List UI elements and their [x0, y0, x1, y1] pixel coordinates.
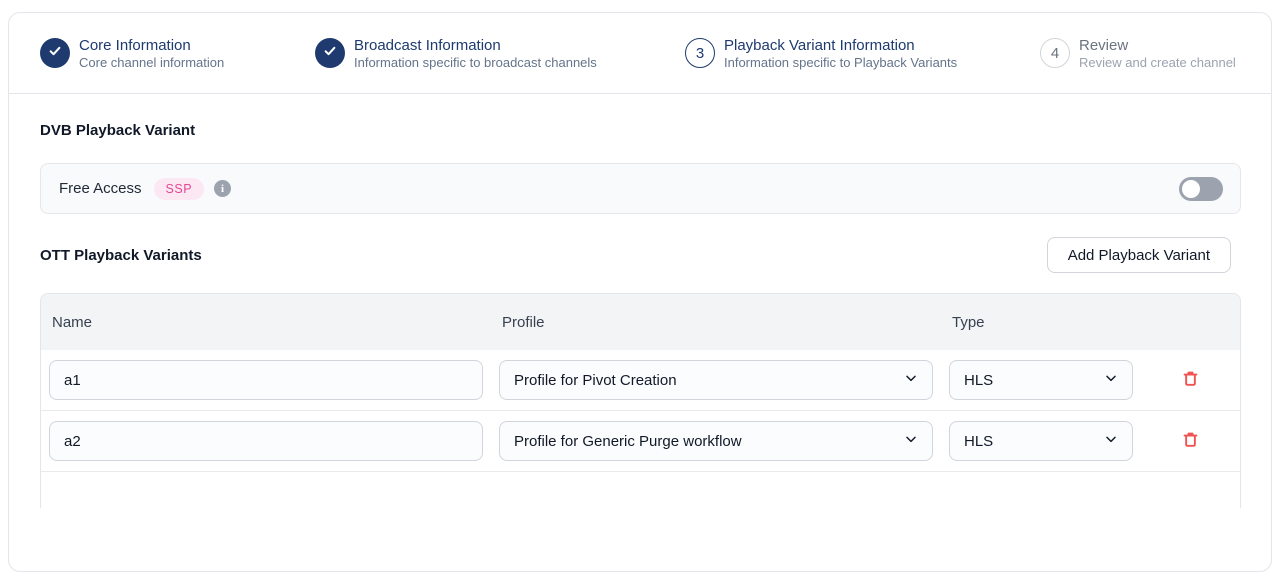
- ssp-badge: SSP: [154, 178, 205, 200]
- step-playback-variant-information[interactable]: 3 Playback Variant Information Informati…: [685, 36, 1040, 71]
- trash-icon: [1181, 430, 1200, 452]
- step-title: Core Information: [79, 36, 224, 55]
- step-number: 4: [1051, 45, 1059, 62]
- step-title: Broadcast Information: [354, 36, 597, 55]
- wizard-stepper: Core Information Core channel informatio…: [9, 13, 1271, 94]
- type-select[interactable]: HLS: [949, 360, 1133, 400]
- toggle-knob: [1182, 180, 1200, 198]
- type-select[interactable]: HLS: [949, 421, 1133, 461]
- step-number: 3: [696, 45, 704, 62]
- check-icon: [48, 44, 62, 62]
- chevron-down-icon: [903, 370, 919, 391]
- step-subtitle: Review and create channel: [1079, 55, 1236, 71]
- step-subtitle: Information specific to broadcast channe…: [354, 55, 597, 71]
- table-row: Profile for Generic Purge workflow HLS: [41, 411, 1240, 472]
- profile-select[interactable]: Profile for Pivot Creation: [499, 360, 933, 400]
- variant-name-input[interactable]: [49, 360, 483, 400]
- free-access-toggle[interactable]: [1179, 177, 1223, 201]
- free-access-label: Free Access: [59, 180, 142, 197]
- table-row: Profile for Pivot Creation HLS: [41, 350, 1240, 411]
- step-core-information[interactable]: Core Information Core channel informatio…: [40, 36, 315, 71]
- dvb-section-heading: DVB Playback Variant: [40, 122, 1241, 139]
- step-subtitle: Core channel information: [79, 55, 224, 71]
- step-subtitle: Information specific to Playback Variant…: [724, 55, 957, 71]
- table-header-row: Name Profile Type: [41, 294, 1240, 350]
- chevron-down-icon: [1103, 370, 1119, 391]
- ott-section-heading: OTT Playback Variants: [40, 247, 202, 264]
- delete-variant-button[interactable]: [1177, 426, 1204, 456]
- type-select-value: HLS: [964, 372, 993, 389]
- step-title: Playback Variant Information: [724, 36, 957, 55]
- playback-variants-table: Name Profile Type Profile for Pivot Crea…: [40, 293, 1241, 508]
- trash-icon: [1181, 369, 1200, 391]
- info-icon[interactable]: i: [214, 180, 231, 197]
- step-broadcast-information[interactable]: Broadcast Information Information specif…: [315, 36, 685, 71]
- step-title: Review: [1079, 36, 1236, 55]
- add-playback-variant-button[interactable]: Add Playback Variant: [1047, 237, 1231, 273]
- column-header-profile: Profile: [491, 314, 941, 331]
- free-access-row: Free Access SSP i: [40, 163, 1241, 214]
- column-header-type: Type: [941, 314, 1141, 331]
- step-2-indicator: [315, 38, 345, 68]
- check-icon: [323, 44, 337, 62]
- profile-select[interactable]: Profile for Generic Purge workflow: [499, 421, 933, 461]
- step-1-indicator: [40, 38, 70, 68]
- column-header-name: Name: [41, 314, 491, 331]
- step-4-indicator: 4: [1040, 38, 1070, 68]
- step-3-indicator: 3: [685, 38, 715, 68]
- chevron-down-icon: [903, 431, 919, 452]
- variant-name-input[interactable]: [49, 421, 483, 461]
- channel-wizard-panel: Core Information Core channel informatio…: [8, 12, 1272, 572]
- profile-select-value: Profile for Generic Purge workflow: [514, 433, 742, 450]
- delete-variant-button[interactable]: [1177, 365, 1204, 395]
- step-review[interactable]: 4 Review Review and create channel: [1040, 36, 1236, 71]
- chevron-down-icon: [1103, 431, 1119, 452]
- profile-select-value: Profile for Pivot Creation: [514, 372, 677, 389]
- type-select-value: HLS: [964, 433, 993, 450]
